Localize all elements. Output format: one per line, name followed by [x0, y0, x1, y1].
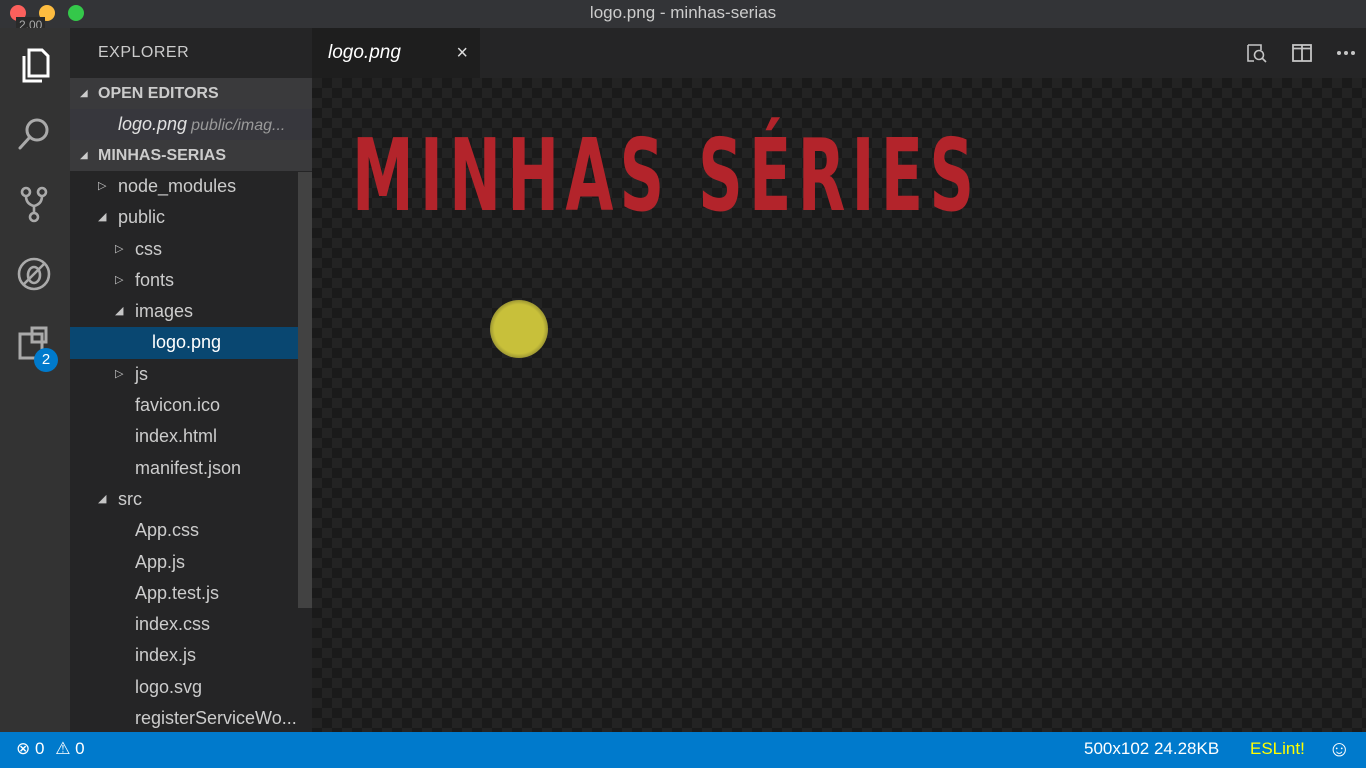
tree-file[interactable]: manifest.json — [70, 453, 312, 484]
tree-item-label: App.css — [135, 520, 200, 541]
file-tree: ▷ node_modules ◢ public ▷ css ▷ fonts ◢ images log… — [70, 171, 312, 732]
tree-file[interactable]: index.css — [70, 609, 312, 640]
tree-item-label: App.js — [135, 551, 186, 572]
tree-item-label: css — [135, 238, 162, 259]
tree-file[interactable]: App.css — [70, 515, 312, 546]
tree-folder[interactable]: ◢ src — [70, 484, 312, 515]
chevron-right-icon: ▷ — [115, 367, 124, 380]
window-title: logo.png - minhas-serias — [589, 3, 777, 22]
chevron-right-icon: ▷ — [115, 273, 124, 286]
chevron-down-icon: ◢ — [98, 492, 107, 505]
chevron-down-icon: ◢ — [80, 88, 88, 99]
source-control-icon[interactable] — [14, 184, 54, 224]
image-preview: MINHAS SÉRIES — [312, 78, 1366, 732]
eslint-status[interactable]: ESLint! — [1250, 732, 1305, 766]
chevron-down-icon: ◢ — [115, 305, 124, 318]
tree-item-label: logo.svg — [135, 676, 203, 697]
status-bar: ⊗ 0 ⚠ 0 500x102 24.28KB ESLint! ☺ — [0, 732, 1366, 768]
chevron-right-icon: ▷ — [115, 242, 124, 255]
tree-item-label: index.js — [135, 645, 197, 666]
tree-file[interactable]: App.test.js — [70, 578, 312, 609]
error-count: 0 — [34, 739, 45, 758]
open-editor-path: public/imag... — [191, 117, 286, 134]
tree-folder[interactable]: ▷ css — [70, 234, 312, 265]
tree-file[interactable]: index.js — [70, 640, 312, 671]
more-actions-icon[interactable] — [1334, 41, 1358, 65]
logo-image-text: MINHAS SÉRIES — [352, 117, 981, 234]
chevron-down-icon: ◢ — [98, 211, 107, 224]
mouse-cursor-highlight — [490, 300, 548, 358]
warning-icon: ⚠ — [55, 739, 71, 758]
tree-item-label: App.test.js — [135, 582, 220, 603]
tab-logo-png[interactable]: logo.png × — [312, 28, 480, 78]
tree-item-label: node_modules — [118, 176, 237, 196]
tree-item-label: logo.png — [152, 332, 222, 353]
tree-file[interactable]: App.js — [70, 547, 312, 578]
explorer-sidebar: EXPLORER ◢ OPEN EDITORS logo.png public/i… — [70, 28, 312, 732]
tree-item-label: index.css — [135, 614, 211, 635]
tree-item-label: favicon.ico — [135, 395, 221, 416]
tree-item-label: index.html — [135, 426, 218, 447]
open-editors-header[interactable]: ◢ OPEN EDITORS — [70, 78, 312, 109]
tree-file[interactable]: registerServiceWo... — [70, 703, 312, 732]
tree-item-label: public — [118, 207, 166, 228]
problems-indicator[interactable]: ⊗ 0 ⚠ 0 — [16, 732, 85, 766]
image-info: 500x102 24.28KB — [1084, 739, 1220, 758]
tree-file[interactable]: logo.svg — [70, 672, 312, 703]
tree-item-label: js — [135, 363, 148, 384]
explorer-title: EXPLORER — [98, 44, 190, 61]
tree-folder[interactable]: ◢ images — [70, 296, 312, 327]
tab-label: logo.png — [328, 42, 401, 63]
tree-folder[interactable]: ▷ fonts — [70, 265, 312, 296]
open-editor-item[interactable]: logo.png public/imag... — [70, 109, 312, 140]
chevron-down-icon: ◢ — [80, 150, 88, 161]
tree-item-label: fonts — [135, 269, 175, 290]
debug-icon[interactable] — [14, 254, 54, 294]
tree-item-label: images — [135, 301, 194, 322]
tree-file[interactable]: favicon.ico — [70, 390, 312, 421]
split-editor-icon[interactable] — [1290, 41, 1314, 65]
open-preview-icon[interactable] — [1245, 41, 1269, 65]
tree-file[interactable]: index.html — [70, 421, 312, 452]
tree-folder[interactable]: ◢ public — [70, 202, 312, 233]
tree-folder[interactable]: ▷ js — [70, 359, 312, 390]
warning-count: 0 — [75, 739, 85, 758]
tree-file[interactable]: logo.png — [70, 327, 312, 359]
open-editors-label: OPEN EDITORS — [98, 85, 219, 102]
search-icon[interactable] — [14, 114, 54, 154]
close-icon[interactable]: × — [456, 28, 468, 78]
tree-folder[interactable]: ▷ node_modules — [70, 171, 312, 202]
tree-item-label: src — [118, 488, 142, 509]
sidebar-scrollbar[interactable] — [298, 172, 312, 608]
project-header[interactable]: ◢ MINHAS-SERIAS — [70, 140, 312, 171]
error-icon: ⊗ — [16, 739, 31, 758]
project-label: MINHAS-SERIAS — [98, 147, 227, 164]
open-editor-name: logo.png — [118, 114, 188, 134]
maximize-window-button[interactable] — [68, 5, 84, 21]
chevron-right-icon: ▷ — [98, 180, 107, 192]
tree-item-label: registerServiceWo... — [135, 708, 297, 729]
tab-bar: logo.png × — [312, 28, 1366, 78]
title-bar: logo.png - minhas-serias — [0, 0, 1366, 28]
tree-item-label: manifest.json — [135, 457, 242, 478]
extensions-badge: 2 — [34, 348, 58, 372]
feedback-smiley-icon[interactable]: ☺ — [1328, 732, 1350, 766]
files-icon[interactable] — [14, 44, 54, 84]
